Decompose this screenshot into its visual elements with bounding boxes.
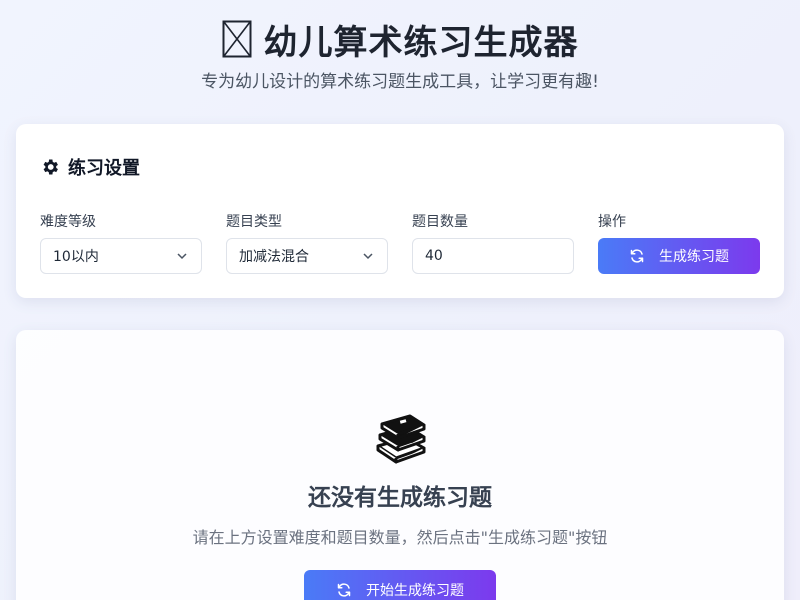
generate-button[interactable]: 生成练习题	[598, 238, 760, 274]
chevron-down-icon	[177, 253, 187, 260]
difficulty-field: 难度等级 10以内	[40, 212, 202, 274]
page-subtitle: 专为幼儿设计的算术练习题生成工具，让学习更有趣!	[201, 72, 599, 92]
chevron-down-icon	[363, 253, 373, 260]
page-title: 幼儿算术练习生成器	[222, 14, 579, 64]
difficulty-label: 难度等级	[40, 214, 96, 230]
settings-title: 练习设置	[68, 158, 140, 179]
type-value: 加减法混合	[239, 249, 309, 265]
type-select[interactable]: 加减法混合	[226, 238, 388, 274]
settings-heading: 练习设置	[40, 154, 140, 180]
settings-card: 练习设置 难度等级 10以内 题目类型 加减法混合 题目数量 40 操作 生成练…	[16, 124, 784, 298]
actions-field: 操作 生成练习题	[598, 212, 760, 274]
difficulty-select[interactable]: 10以内	[40, 238, 202, 274]
empty-description: 请在上方设置难度和题目数量，然后点击"生成练习题"按钮	[192, 528, 608, 547]
empty-state: 还没有生成练习题 请在上方设置难度和题目数量，然后点击"生成练习题"按钮 开始生…	[16, 406, 784, 600]
count-field: 题目数量 40	[412, 212, 574, 274]
count-value: 40	[425, 248, 443, 264]
empty-title: 还没有生成练习题	[308, 485, 492, 511]
gear-icon	[43, 159, 58, 175]
refresh-icon	[630, 249, 644, 263]
page-title-text: 幼儿算术练习生成器	[263, 22, 579, 63]
count-label: 题目数量	[412, 214, 468, 230]
refresh-icon	[337, 583, 351, 597]
start-generate-label: 开始生成练习题	[366, 583, 464, 599]
actions-label: 操作	[598, 214, 626, 230]
difficulty-value: 10以内	[53, 249, 99, 265]
books-icon	[376, 414, 426, 464]
page-header: 幼儿算术练习生成器 专为幼儿设计的算术练习题生成工具，让学习更有趣!	[0, 14, 800, 92]
generate-button-label: 生成练习题	[659, 249, 729, 265]
empty-state-card: 还没有生成练习题 请在上方设置难度和题目数量，然后点击"生成练习题"按钮 开始生…	[16, 330, 784, 600]
start-generate-button[interactable]: 开始生成练习题	[304, 570, 496, 600]
type-label: 题目类型	[226, 214, 282, 230]
missing-glyph-icon	[222, 20, 252, 58]
count-input[interactable]: 40	[412, 238, 574, 274]
type-field: 题目类型 加减法混合	[226, 212, 388, 274]
